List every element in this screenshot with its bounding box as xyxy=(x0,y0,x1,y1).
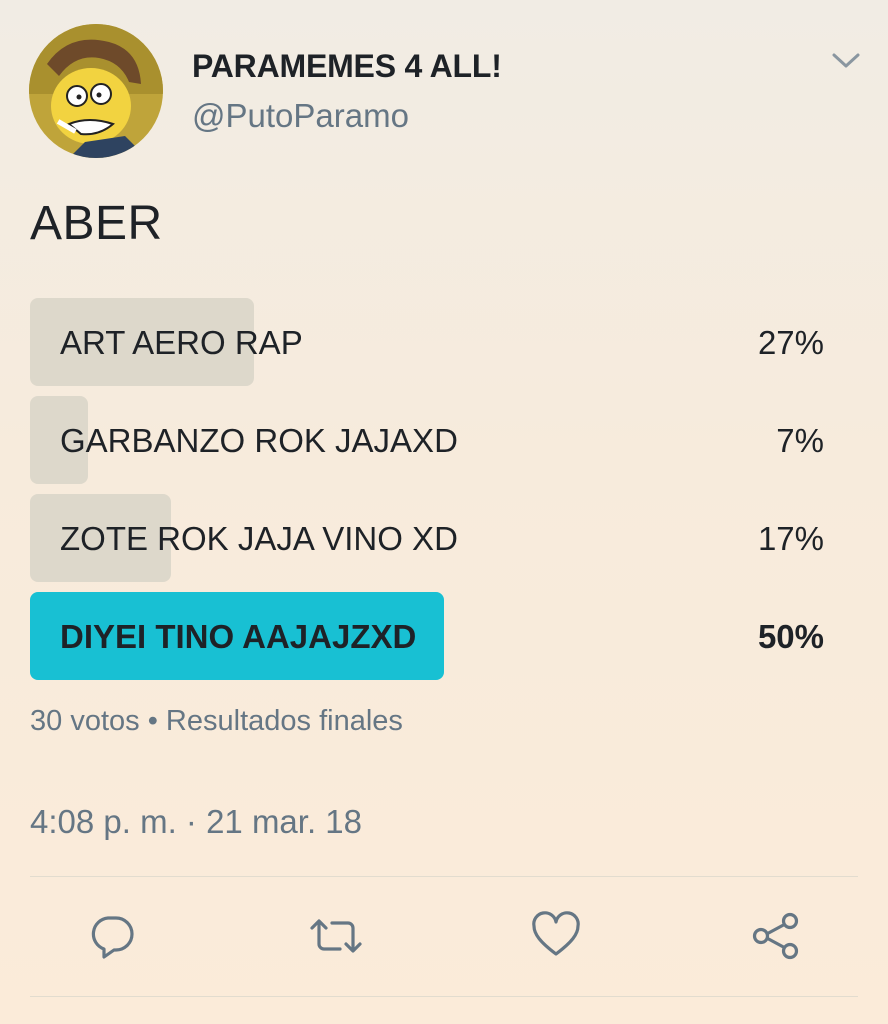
heart-icon xyxy=(532,911,580,956)
meta-separator: • xyxy=(147,705,158,737)
poll-option-label: DIYEI TINO AAJAJZXD xyxy=(60,618,417,655)
poll-option-winner[interactable]: DIYEI TINO AAJAJZXD 50% xyxy=(30,590,824,680)
retweet-button[interactable] xyxy=(306,910,362,962)
poll-status: Resultados finales xyxy=(165,705,403,737)
tweet-text: ABER xyxy=(30,197,163,250)
like-button[interactable] xyxy=(530,910,582,962)
poll-option[interactable]: GARBANZO ROK JAJAXD 7% xyxy=(30,394,824,484)
display-name[interactable]: PARAMEMES 4 ALL! xyxy=(192,48,502,85)
avatar[interactable] xyxy=(29,24,163,158)
poll-vote-count: 30 votos xyxy=(30,705,140,737)
reply-icon xyxy=(91,916,134,959)
poll-meta: 30 votos • Resultados finales xyxy=(30,705,403,738)
poll-option-percent: 27% xyxy=(757,324,824,361)
user-handle[interactable]: @PutoParamo xyxy=(192,97,409,135)
tweet-timestamp[interactable]: 4:08 p. m. · 21 mar. 18 xyxy=(30,803,362,841)
share-button[interactable] xyxy=(750,910,802,962)
poll-option-percent: 17% xyxy=(757,520,824,557)
chevron-down-icon[interactable] xyxy=(828,42,864,78)
poll-option-label: ART AERO RAP xyxy=(60,324,303,361)
poll: ART AERO RAP 27% GARBANZO ROK JAJAXD 7% … xyxy=(30,296,824,688)
poll-option[interactable]: ZOTE ROK JAJA VINO XD 17% xyxy=(30,492,824,582)
poll-option[interactable]: ART AERO RAP 27% xyxy=(30,296,824,386)
reply-button[interactable] xyxy=(86,910,138,962)
poll-option-percent: 7% xyxy=(776,422,824,459)
divider xyxy=(30,996,858,997)
poll-option-label: GARBANZO ROK JAJAXD xyxy=(60,422,458,459)
poll-option-label: ZOTE ROK JAJA VINO XD xyxy=(60,520,458,557)
divider xyxy=(30,876,858,877)
share-icon xyxy=(752,912,799,960)
poll-option-percent: 50% xyxy=(757,618,824,655)
avatar-image xyxy=(29,24,163,158)
retweet-icon xyxy=(310,919,362,953)
